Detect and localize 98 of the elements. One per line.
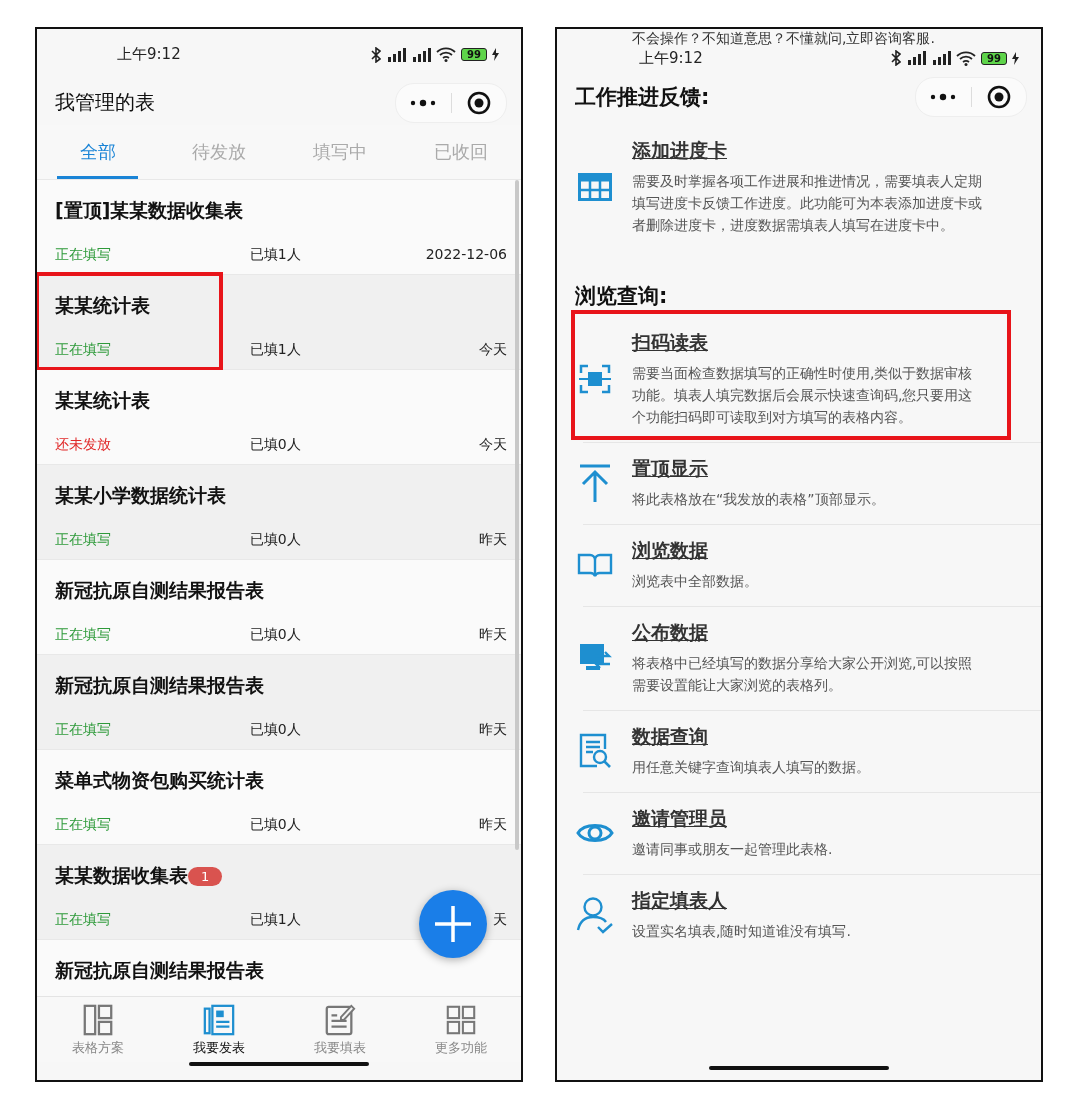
- form-status: 正在填写: [55, 531, 112, 549]
- signal-icon: [411, 47, 432, 62]
- section-heading: 工作推进反馈:: [575, 83, 710, 111]
- form-title: 某某统计表: [55, 388, 150, 413]
- form-date: 今天: [478, 341, 507, 359]
- page-title: 我管理的表: [55, 89, 155, 116]
- table-icon: [577, 173, 612, 201]
- form-status: 正在填写: [55, 721, 112, 739]
- form-row[interactable]: 新冠抗原自测结果报告表 正在填写 已填0人 昨天: [37, 655, 521, 750]
- charging-icon: [492, 48, 499, 61]
- nav-item[interactable]: 更多功能: [400, 997, 521, 1062]
- form-date: 昨天: [478, 531, 507, 549]
- feature-link[interactable]: 数据查询: [632, 724, 708, 750]
- tab[interactable]: 全部: [37, 125, 158, 179]
- form-row[interactable]: 某某小学数据统计表 正在填写 已填0人 昨天: [37, 465, 521, 560]
- status-time: 上午9:12: [639, 48, 703, 68]
- feature-description: 将表格中已经填写的数据分享给大家公开浏览,可以按照需要设置能让大家浏览的表格列。: [632, 654, 974, 695]
- feature-item[interactable]: 扫码读表 需要当面检查数据填写的正确性时使用,类似于数据审核功能。填表人填完数据后会展示快速查询码,您只要用这个功能扫码即可读取到对方填写的表格内容。: [557, 316, 1041, 442]
- count-badge: 1: [188, 866, 223, 886]
- feature-link[interactable]: 公布数据: [632, 620, 708, 646]
- battery-level: 99: [981, 51, 1007, 65]
- feature-link[interactable]: 添加进度卡: [632, 138, 727, 164]
- bluetooth-icon: [891, 50, 902, 66]
- form-date: 昨天: [478, 626, 507, 644]
- more-dots-icon: [930, 92, 957, 101]
- filled-count: 已填0人: [248, 436, 302, 454]
- feature-description: 需要当面检查数据填写的正确性时使用,类似于数据审核功能。填表人填完数据后会展示快速查询码,您只要用这个功能扫码即可读取到对方填写的表格内容。: [632, 364, 974, 427]
- feature-link[interactable]: 指定填表人: [632, 888, 727, 914]
- document-icon: [201, 1002, 236, 1037]
- feature-item[interactable]: 浏览数据 浏览表中全部数据。: [557, 524, 1041, 606]
- filled-count: 已填1人: [248, 341, 302, 359]
- book-icon: [576, 552, 613, 578]
- section-heading: 浏览查询:: [575, 283, 668, 310]
- person-check-icon: [575, 896, 614, 934]
- feature-description: 将此表格放在“我发放的表格”顶部显示。: [632, 490, 886, 509]
- feature-description: 需要及时掌握各项工作进展和推进情况，需要填表人定期填写进度卡反馈工作进度。此功能可为本表添加进度卡或者删除进度卡，进度数据需填表人填写在进度卡中。: [632, 172, 983, 235]
- form-date: 昨天: [478, 721, 507, 739]
- plus-icon: [433, 904, 473, 944]
- feature-link[interactable]: 邀请管理员: [632, 806, 727, 832]
- signal-icon: [906, 51, 927, 65]
- wifi-icon: [436, 47, 457, 62]
- feature-item[interactable]: 指定填表人 设置实名填表,随时知道谁没有填写.: [557, 874, 1041, 956]
- feature-item[interactable]: 添加进度卡 需要及时掌握各项工作进展和推进情况，需要填表人定期填写进度卡反馈工作进度。此功能可为本表添加进度卡或者删除进度卡，进度数据需填表人填写在进度卡中。: [557, 124, 1041, 250]
- feature-item[interactable]: 公布数据 将表格中已经填写的数据分享给大家公开浏览,可以按照需要设置能让大家浏览的表格列。: [557, 606, 1041, 710]
- more-dots-icon: [410, 98, 437, 107]
- nav-item[interactable]: 表格方案: [37, 997, 158, 1062]
- form-row[interactable]: 某某统计表 还未发放 已填0人 今天: [37, 370, 521, 465]
- filled-count: 已填0人: [248, 816, 302, 834]
- filled-count: 已填0人: [248, 626, 302, 644]
- form-title: 某某小学数据统计表: [55, 483, 226, 508]
- filled-count: 已填1人: [248, 911, 302, 929]
- feature-description: 设置实名填表,随时知道谁没有填写.: [632, 922, 852, 941]
- form-status: 正在填写: [55, 341, 112, 359]
- charging-icon: [1012, 51, 1019, 65]
- form-row[interactable]: 某某统计表 正在填写 已填1人 今天: [37, 275, 521, 370]
- signal-icon: [386, 47, 407, 62]
- bluetooth-icon: [371, 46, 382, 63]
- target-icon: [986, 84, 1011, 109]
- feature-item[interactable]: 邀请管理员 邀请同事或朋友一起管理此表格.: [557, 792, 1041, 874]
- target-icon: [466, 90, 491, 115]
- feature-item[interactable]: 置顶显示 将此表格放在“我发放的表格”顶部显示。: [557, 442, 1041, 524]
- filled-count: 已填0人: [248, 531, 302, 549]
- form-title: 新冠抗原自测结果报告表: [55, 578, 264, 603]
- form-title: 新冠抗原自测结果报告表: [55, 958, 264, 983]
- feature-description: 邀请同事或朋友一起管理此表格.: [632, 840, 834, 859]
- form-title: [置顶]某某数据收集表: [55, 198, 244, 223]
- form-title: 某某数据收集表: [55, 863, 188, 888]
- form-status: 正在填写: [55, 911, 112, 929]
- feature-link[interactable]: 扫码读表: [632, 330, 708, 356]
- form-title: 新冠抗原自测结果报告表: [55, 673, 264, 698]
- signal-icon: [931, 51, 952, 65]
- form-date: 昨天: [478, 816, 507, 834]
- status-time: 上午9:12: [117, 45, 181, 64]
- form-date: 天: [492, 911, 507, 929]
- form-date: 2022-12-06: [424, 246, 507, 264]
- battery-level: 99: [461, 48, 487, 61]
- feature-link[interactable]: 置顶显示: [632, 456, 708, 482]
- form-status: 正在填写: [55, 816, 112, 834]
- form-title: 菜单式物资包购买统计表: [55, 768, 264, 793]
- filled-count: 已填1人: [248, 246, 302, 264]
- form-status: 正在填写: [55, 246, 112, 264]
- arrow-up-icon: [578, 464, 611, 502]
- form-row[interactable]: 某某数据收集表 1 正在填写 已填1人 天: [37, 845, 521, 940]
- form-status: 正在填写: [55, 626, 112, 644]
- feature-description: 浏览表中全部数据。: [632, 572, 759, 591]
- form-title: 某某统计表: [55, 293, 150, 318]
- nav-item[interactable]: 我要发表: [158, 997, 279, 1062]
- nav-item[interactable]: 我要填表: [279, 997, 400, 1062]
- feature-item[interactable]: 数据查询 用任意关键字查询填表人填写的数据。: [557, 710, 1041, 792]
- scan-icon: [578, 363, 611, 395]
- feature-description: 用任意关键字查询填表人填写的数据。: [632, 758, 871, 777]
- feature-link[interactable]: 浏览数据: [632, 538, 708, 564]
- filled-count: 已填0人: [248, 721, 302, 739]
- document-search-icon: [578, 733, 611, 769]
- help-note: 不会操作？不知道意思？不懂就问,立即咨询客服.: [631, 29, 936, 47]
- form-date: 今天: [478, 436, 507, 454]
- form-status: 还未发放: [55, 436, 112, 454]
- wifi-icon: [956, 50, 977, 66]
